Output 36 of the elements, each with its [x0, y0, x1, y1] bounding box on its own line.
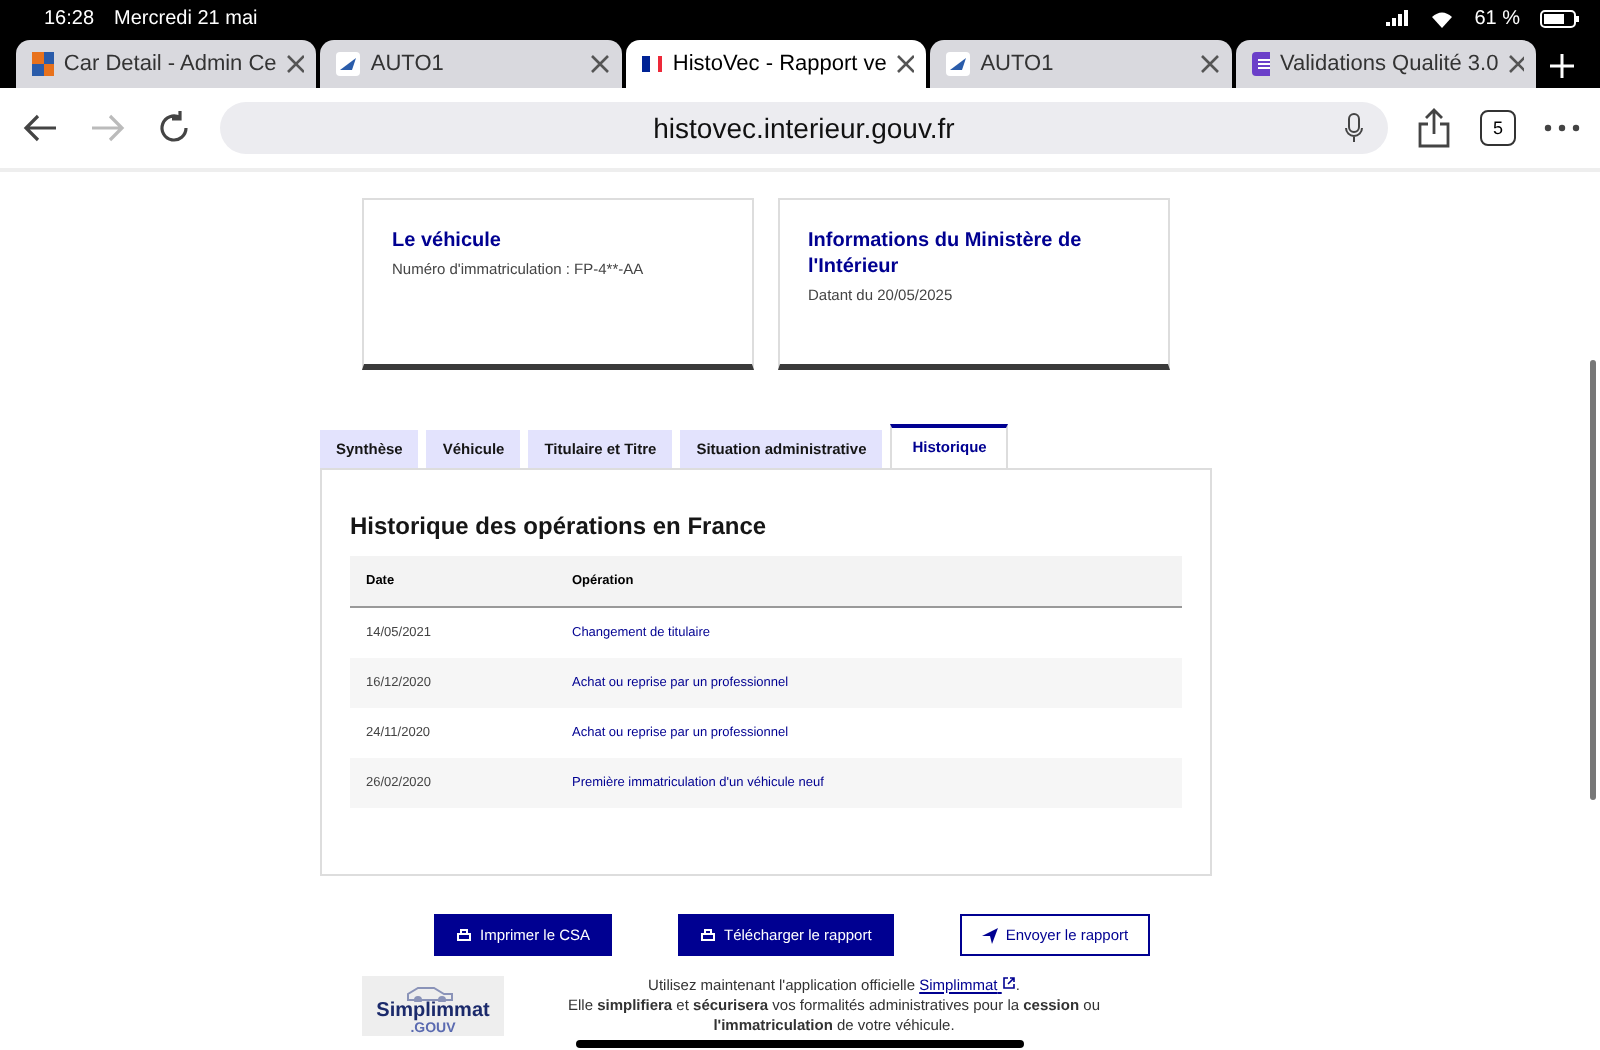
browser-tab[interactable]: AUTO1	[930, 40, 1232, 88]
battery-level: 61 %	[1474, 7, 1520, 29]
signal-icon	[1386, 10, 1411, 26]
printer-icon	[700, 927, 717, 943]
close-icon[interactable]	[896, 54, 915, 74]
card-title: Informations du Ministère de l'Intérieur	[808, 228, 1084, 280]
external-link-icon	[1001, 976, 1016, 990]
status-time: 16:28	[44, 7, 95, 29]
browser-tab[interactable]: HistoVec - Rapport ve	[625, 40, 927, 88]
printer-icon	[456, 927, 472, 943]
wifi-icon	[1430, 9, 1455, 27]
send-icon	[981, 927, 998, 943]
swoosh-icon	[946, 52, 971, 76]
section-title: Historique des opérations en France	[350, 512, 769, 540]
more-icon[interactable]	[1544, 124, 1580, 132]
card-title: Le véhicule	[392, 228, 503, 254]
swoosh-icon	[336, 52, 361, 76]
close-icon[interactable]	[1508, 54, 1525, 74]
battery-icon	[1540, 9, 1580, 27]
back-icon[interactable]	[20, 112, 60, 144]
squares-icon	[32, 52, 54, 76]
tab-count-button[interactable]: 5	[1480, 110, 1516, 146]
browser-tab[interactable]: Validations Qualité 3.0	[1235, 40, 1537, 88]
browser-tab[interactable]: Car Detail - Admin Ce	[16, 40, 317, 88]
list-icon	[1251, 52, 1270, 76]
logo-name: Simplimmat	[376, 1002, 490, 1022]
close-icon[interactable]	[286, 54, 305, 74]
status-date: Mercredi 21 mai	[114, 7, 258, 29]
flag-icon	[641, 56, 663, 72]
address-field[interactable]: histovec.interieur.gouv.fr	[220, 102, 1388, 154]
reload-icon[interactable]	[156, 110, 192, 146]
share-icon[interactable]	[1416, 108, 1452, 148]
close-icon[interactable]	[1199, 54, 1220, 74]
close-icon[interactable]	[589, 54, 610, 74]
browser-tab[interactable]: AUTO1	[320, 40, 622, 88]
microphone-icon[interactable]	[1344, 112, 1364, 144]
